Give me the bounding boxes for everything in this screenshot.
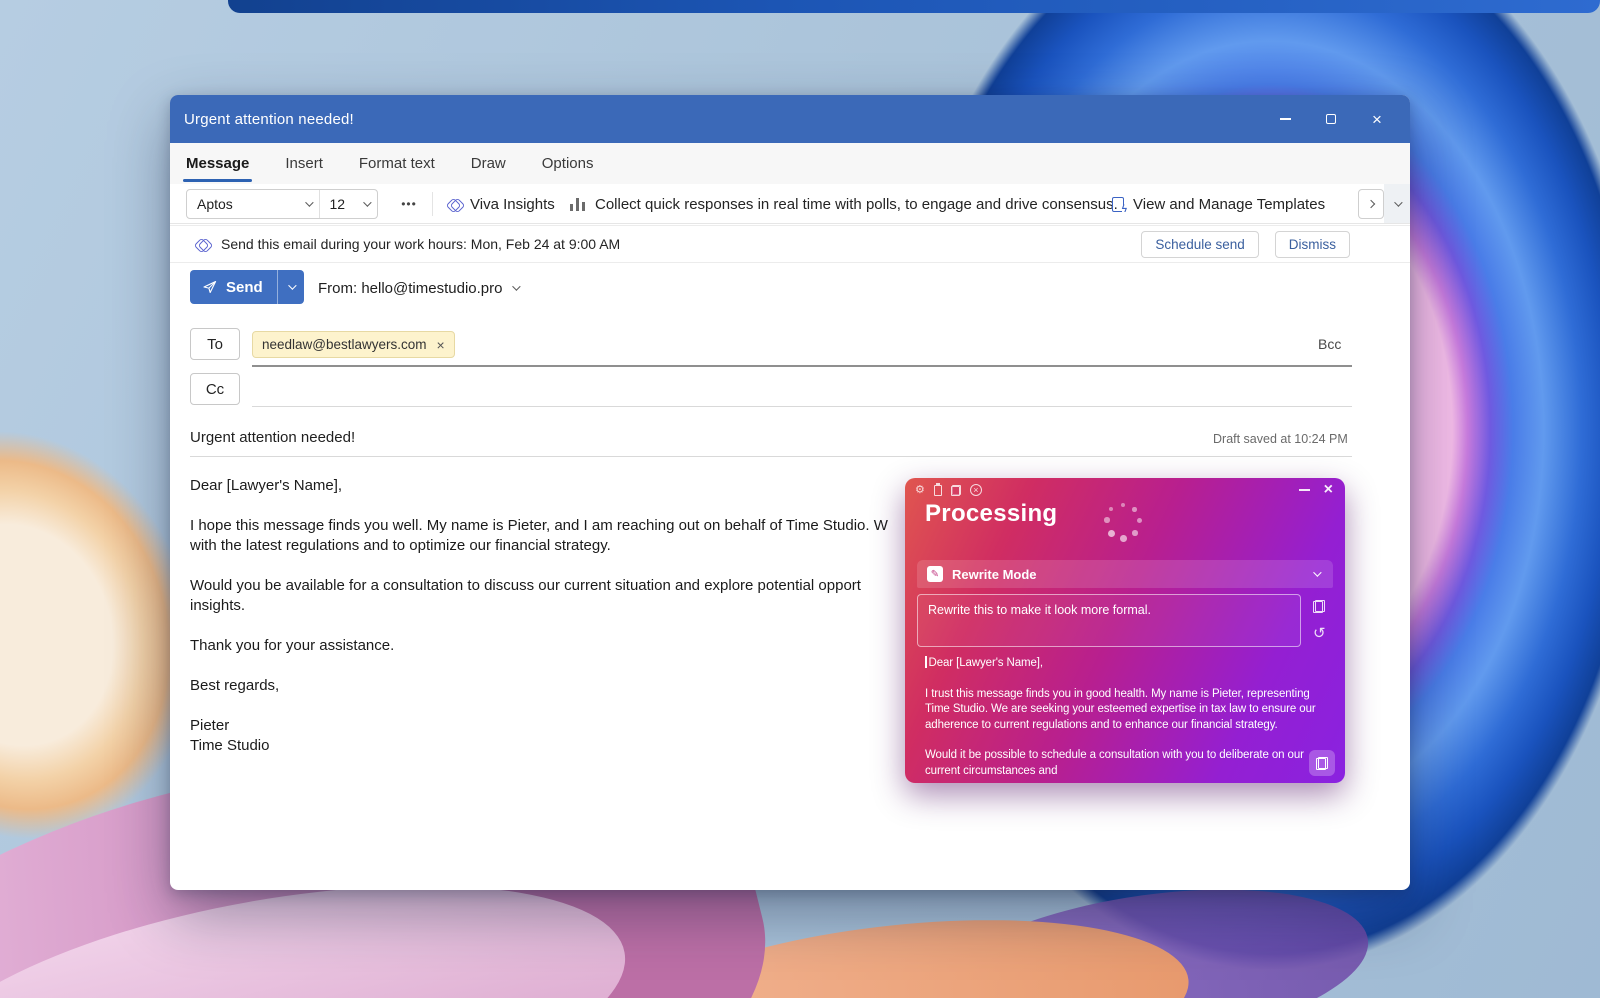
copy-icon bbox=[1316, 757, 1328, 770]
ribbon-right-strip bbox=[1384, 184, 1410, 224]
toolbar-divider bbox=[432, 192, 433, 216]
subject-field[interactable]: Urgent attention needed! bbox=[190, 429, 355, 446]
rewrite-mode-header[interactable]: ✎ Rewrite Mode bbox=[917, 560, 1333, 588]
chevron-down-icon bbox=[363, 198, 371, 206]
insights-suggestion-text: Send this email during your work hours: … bbox=[221, 236, 620, 252]
rewrite-output: Dear [Lawyer's Name], I trust this messa… bbox=[925, 656, 1317, 783]
maximize-icon bbox=[1326, 114, 1336, 124]
send-row: Send From: hello@timestudio.pro bbox=[170, 263, 1410, 313]
window-controls: × bbox=[1262, 95, 1400, 143]
dismiss-button[interactable]: Dismiss bbox=[1275, 231, 1350, 258]
from-selector[interactable]: From: hello@timestudio.pro bbox=[318, 263, 518, 313]
assistant-side-actions: ↺ bbox=[1313, 600, 1326, 641]
viva-insights-label: Viva Insights bbox=[470, 196, 555, 213]
chevron-right-icon bbox=[1367, 200, 1375, 208]
chevron-down-icon bbox=[1313, 568, 1321, 576]
tab-insert[interactable]: Insert bbox=[285, 155, 323, 172]
polls-label: Collect quick responses in real time wit… bbox=[595, 196, 1118, 213]
paper-plane-icon bbox=[202, 279, 218, 295]
chevron-down-icon bbox=[513, 282, 521, 290]
output-paragraph: I trust this message finds you in good h… bbox=[925, 687, 1317, 734]
viva-insights-button[interactable]: Viva Insights bbox=[448, 184, 555, 224]
draft-saved-status: Draft saved at 10:24 PM bbox=[1213, 432, 1348, 446]
window-title: Urgent attention needed! bbox=[184, 111, 354, 128]
tab-options[interactable]: Options bbox=[542, 155, 594, 172]
font-name-value: Aptos bbox=[197, 196, 233, 212]
toolbar-more-button[interactable] bbox=[1358, 189, 1384, 219]
desktop: Urgent attention needed! × Message Inser… bbox=[0, 0, 1600, 998]
assistant-minimize-icon[interactable] bbox=[1299, 489, 1310, 491]
tab-format-text[interactable]: Format text bbox=[359, 155, 435, 172]
assistant-title: Processing bbox=[925, 500, 1057, 528]
ribbon-collapse-chevron-icon[interactable] bbox=[1394, 198, 1402, 206]
pencil-icon: ✎ bbox=[927, 566, 943, 582]
tab-draw[interactable]: Draw bbox=[471, 155, 506, 172]
minimize-icon bbox=[1280, 118, 1291, 120]
titlebar: Urgent attention needed! × bbox=[170, 95, 1410, 143]
font-name-dropdown[interactable]: Aptos bbox=[187, 190, 320, 218]
copy-icon[interactable] bbox=[951, 485, 961, 496]
insights-actions: Schedule send Dismiss bbox=[1141, 231, 1350, 258]
polls-button[interactable]: Collect quick responses in real time wit… bbox=[570, 184, 1118, 224]
viva-insights-icon bbox=[196, 238, 209, 251]
paste-document-icon[interactable] bbox=[934, 485, 942, 496]
font-size-value: 12 bbox=[330, 196, 346, 212]
remove-recipient-icon[interactable]: × bbox=[437, 338, 445, 352]
undo-icon[interactable]: ↺ bbox=[1313, 626, 1326, 641]
ribbon-toolbar: Aptos 12 ••• Viva Insights Collect quick… bbox=[170, 184, 1384, 224]
copy-icon[interactable] bbox=[1313, 600, 1325, 613]
output-greeting-text: Dear [Lawyer's Name], bbox=[929, 657, 1044, 669]
close-icon: × bbox=[1372, 111, 1382, 128]
send-button[interactable]: Send bbox=[190, 270, 278, 304]
bcc-toggle[interactable]: Bcc bbox=[1318, 336, 1341, 352]
rewrite-assistant-dialog: ⚙ × × Processing ✎ Re bbox=[905, 478, 1345, 783]
send-options-caret[interactable] bbox=[278, 270, 304, 304]
assistant-mini-toolbar: ⚙ × bbox=[915, 483, 982, 497]
to-button[interactable]: To bbox=[190, 328, 240, 360]
dots-spinner-icon bbox=[1101, 503, 1147, 549]
close-button[interactable]: × bbox=[1354, 95, 1400, 143]
close-circle-icon[interactable]: × bbox=[970, 484, 982, 496]
output-greeting: Dear [Lawyer's Name], bbox=[925, 656, 1317, 672]
formatting-overflow-button[interactable]: ••• bbox=[392, 189, 426, 219]
poll-bar-chart-icon bbox=[570, 198, 585, 211]
tab-message[interactable]: Message bbox=[186, 155, 249, 172]
templates-label: View and Manage Templates bbox=[1133, 196, 1325, 213]
send-split-button: Send bbox=[190, 270, 304, 304]
rewrite-prompt-input[interactable]: Rewrite this to make it look more formal… bbox=[917, 594, 1301, 647]
gear-icon[interactable]: ⚙ bbox=[915, 485, 925, 496]
maximize-button[interactable] bbox=[1308, 95, 1354, 143]
templates-document-icon bbox=[1112, 197, 1124, 212]
wallpaper-top-band bbox=[228, 0, 1600, 13]
viva-insights-icon bbox=[448, 198, 461, 211]
text-cursor bbox=[925, 656, 927, 668]
minimize-button[interactable] bbox=[1262, 95, 1308, 143]
cc-field-underline[interactable] bbox=[252, 406, 1352, 407]
rewrite-mode-label: Rewrite Mode bbox=[952, 567, 1037, 582]
subject-underline bbox=[190, 456, 1352, 457]
from-address: From: hello@timestudio.pro bbox=[318, 280, 502, 297]
assistant-window-controls: × bbox=[1299, 482, 1333, 498]
font-size-dropdown[interactable]: 12 bbox=[320, 190, 377, 218]
ribbon-tabs: Message Insert Format text Draw Options bbox=[170, 143, 1410, 184]
font-combo-group: Aptos 12 bbox=[186, 189, 378, 219]
chevron-down-icon bbox=[305, 198, 313, 206]
templates-button[interactable]: View and Manage Templates bbox=[1112, 184, 1325, 224]
recipient-email: needlaw@bestlawyers.com bbox=[262, 337, 427, 352]
insights-suggestion-bar: Send this email during your work hours: … bbox=[170, 225, 1410, 263]
compose-window: Urgent attention needed! × Message Inser… bbox=[170, 95, 1410, 890]
chevron-down-icon bbox=[288, 281, 296, 289]
schedule-send-button[interactable]: Schedule send bbox=[1141, 231, 1258, 258]
copy-output-button[interactable] bbox=[1309, 750, 1335, 776]
cc-button[interactable]: Cc bbox=[190, 373, 240, 405]
recipient-chip[interactable]: needlaw@bestlawyers.com × bbox=[252, 331, 455, 358]
output-paragraph: Would it be possible to schedule a consu… bbox=[925, 748, 1317, 779]
to-field-underline[interactable] bbox=[252, 365, 1352, 367]
send-label: Send bbox=[226, 279, 263, 296]
assistant-close-icon[interactable]: × bbox=[1324, 482, 1333, 498]
